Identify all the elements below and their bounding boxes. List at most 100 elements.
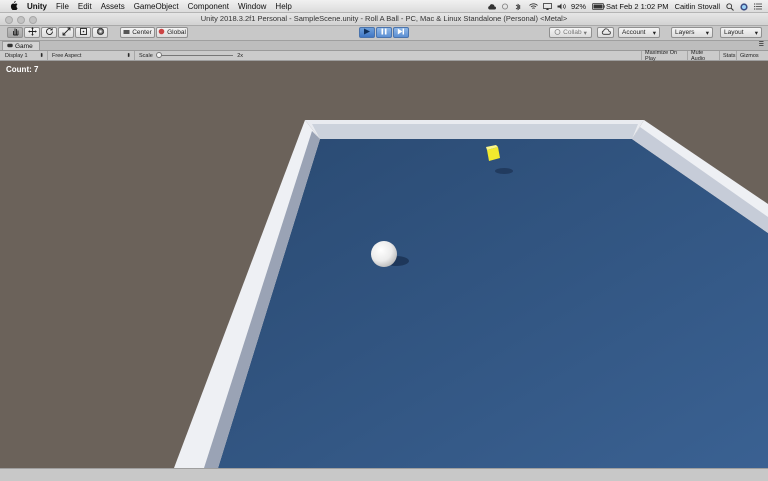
menu-component[interactable]: Component	[188, 2, 229, 11]
stats-toggle[interactable]: Stats	[720, 51, 737, 60]
transform-tool-button[interactable]	[92, 27, 108, 38]
creative-cloud-icon[interactable]	[487, 3, 496, 10]
layout-label: Layout	[724, 29, 744, 36]
space-label: Global	[167, 29, 186, 36]
menu-file[interactable]: File	[56, 2, 69, 11]
globe-icon	[158, 28, 165, 37]
bluetooth-icon[interactable]	[515, 3, 523, 10]
pivot-label: Center	[132, 29, 152, 36]
move-arrows-icon	[27, 27, 37, 38]
aspect-dropdown[interactable]: Free Aspect ⬍	[49, 51, 135, 60]
chevron-down-icon: ▾	[705, 29, 709, 37]
display-dropdown[interactable]: Display 1 ⬍	[2, 51, 48, 60]
chevron-down-icon: ▾	[754, 29, 758, 37]
transform-icon	[96, 27, 105, 38]
collab-icon	[554, 28, 561, 37]
chevron-updown-icon: ⬍	[126, 52, 131, 59]
minimize-window-button[interactable]	[17, 16, 25, 24]
layout-dropdown[interactable]: Layout ▾	[720, 27, 762, 38]
collab-label: Collab	[563, 29, 582, 36]
unity-toolbar: Center Global Collab ▾ Account ▾ Layers …	[0, 26, 768, 41]
layers-dropdown[interactable]: Layers ▾	[671, 27, 713, 38]
display-label: Display 1	[5, 52, 28, 59]
battery-icon[interactable]	[592, 2, 605, 10]
scale-slider[interactable]	[155, 52, 234, 58]
airplay-icon[interactable]	[543, 2, 552, 10]
rotate-tool-button[interactable]	[41, 27, 57, 38]
mute-audio-label: Mute Audio	[691, 49, 706, 62]
sync-icon[interactable]	[501, 2, 509, 10]
account-dropdown[interactable]: Account ▾	[618, 27, 660, 38]
cloud-services-button[interactable]	[597, 27, 614, 38]
scale-slider-thumb[interactable]	[155, 52, 162, 58]
gizmos-label: Gizmos	[740, 52, 759, 59]
aspect-label: Free Aspect	[52, 52, 82, 59]
count-text: Count: 7	[6, 65, 39, 74]
notification-center-icon[interactable]	[754, 2, 762, 10]
pickup-shadow	[495, 168, 513, 174]
menu-help[interactable]: Help	[275, 2, 291, 11]
panel-menu-icon[interactable]: ☰	[759, 41, 764, 48]
scale-tool-button[interactable]	[58, 27, 74, 38]
menu-edit[interactable]: Edit	[78, 2, 92, 11]
macos-menubar: Unity File Edit Assets GameObject Compon…	[0, 0, 768, 13]
mute-audio-toggle[interactable]: Mute Audio	[688, 49, 720, 62]
maximize-on-play-label: Maximize On Play	[645, 49, 678, 62]
window-controls	[5, 16, 37, 24]
pause-button[interactable]	[376, 27, 392, 38]
game-view-controls: Display 1 ⬍ Free Aspect ⬍ Scale 2x Maxim…	[0, 49, 768, 62]
maximize-on-play-toggle[interactable]: Maximize On Play	[641, 49, 688, 62]
rotate-icon	[45, 27, 54, 38]
hand-icon	[11, 27, 20, 38]
scale-label: Scale	[139, 52, 153, 59]
account-label: Account	[622, 29, 646, 36]
zoom-window-button[interactable]	[29, 16, 37, 24]
menu-app-name[interactable]: Unity	[27, 2, 47, 11]
game-viewport[interactable]: Count: 7	[0, 61, 768, 468]
pivot-center-toggle[interactable]: Center	[120, 27, 155, 38]
scale-slider-track	[156, 55, 234, 56]
scale-value: 2x	[237, 52, 243, 59]
rect-tool-button[interactable]	[75, 27, 91, 38]
window-titlebar: Unity 2018.3.2f1 Personal - SampleScene.…	[0, 13, 768, 26]
hand-tool-button[interactable]	[7, 27, 23, 38]
space-global-toggle[interactable]: Global	[156, 27, 188, 38]
tab-game[interactable]: Game	[2, 41, 40, 50]
menubar-clock[interactable]: Sat Feb 2 1:02 PM	[606, 2, 669, 11]
apple-icon[interactable]	[10, 0, 18, 12]
rect-icon	[79, 27, 88, 38]
close-window-button[interactable]	[5, 16, 13, 24]
battery-percent: 92%	[571, 1, 587, 11]
player-ball	[371, 241, 397, 267]
menubar-user[interactable]: Caitlin Stovall	[675, 2, 720, 11]
stats-label: Stats	[723, 52, 736, 59]
menu-assets[interactable]: Assets	[101, 2, 125, 11]
step-button[interactable]	[393, 27, 409, 38]
pause-icon	[380, 28, 388, 37]
scale-slider-group: Scale 2x	[136, 51, 246, 60]
menu-window[interactable]: Window	[238, 2, 266, 11]
game-controller-icon	[7, 43, 13, 50]
cloud-icon	[601, 28, 611, 37]
game-scene	[0, 61, 768, 468]
menu-gameobject[interactable]: GameObject	[134, 2, 179, 11]
collab-dropdown[interactable]: Collab ▾	[549, 27, 592, 38]
layers-label: Layers	[675, 29, 695, 36]
window-title: Unity 2018.3.2f1 Personal - SampleScene.…	[200, 14, 568, 23]
gizmos-dropdown[interactable]: Gizmos	[737, 51, 768, 60]
play-button[interactable]	[359, 27, 375, 38]
status-bar	[0, 468, 768, 481]
spotlight-search-icon[interactable]	[726, 2, 734, 11]
step-icon	[397, 28, 405, 37]
north-wall-inner-face	[312, 124, 638, 139]
pivot-icon	[123, 29, 130, 37]
wifi-icon[interactable]	[529, 2, 538, 10]
scale-icon	[62, 27, 71, 38]
chevron-updown-icon: ⬍	[39, 52, 44, 59]
chevron-down-icon: ▾	[583, 29, 587, 37]
siri-icon[interactable]	[740, 2, 748, 11]
chevron-down-icon: ▾	[652, 29, 656, 37]
play-icon	[363, 28, 371, 37]
volume-icon[interactable]	[557, 3, 566, 10]
move-tool-button[interactable]	[24, 27, 40, 38]
